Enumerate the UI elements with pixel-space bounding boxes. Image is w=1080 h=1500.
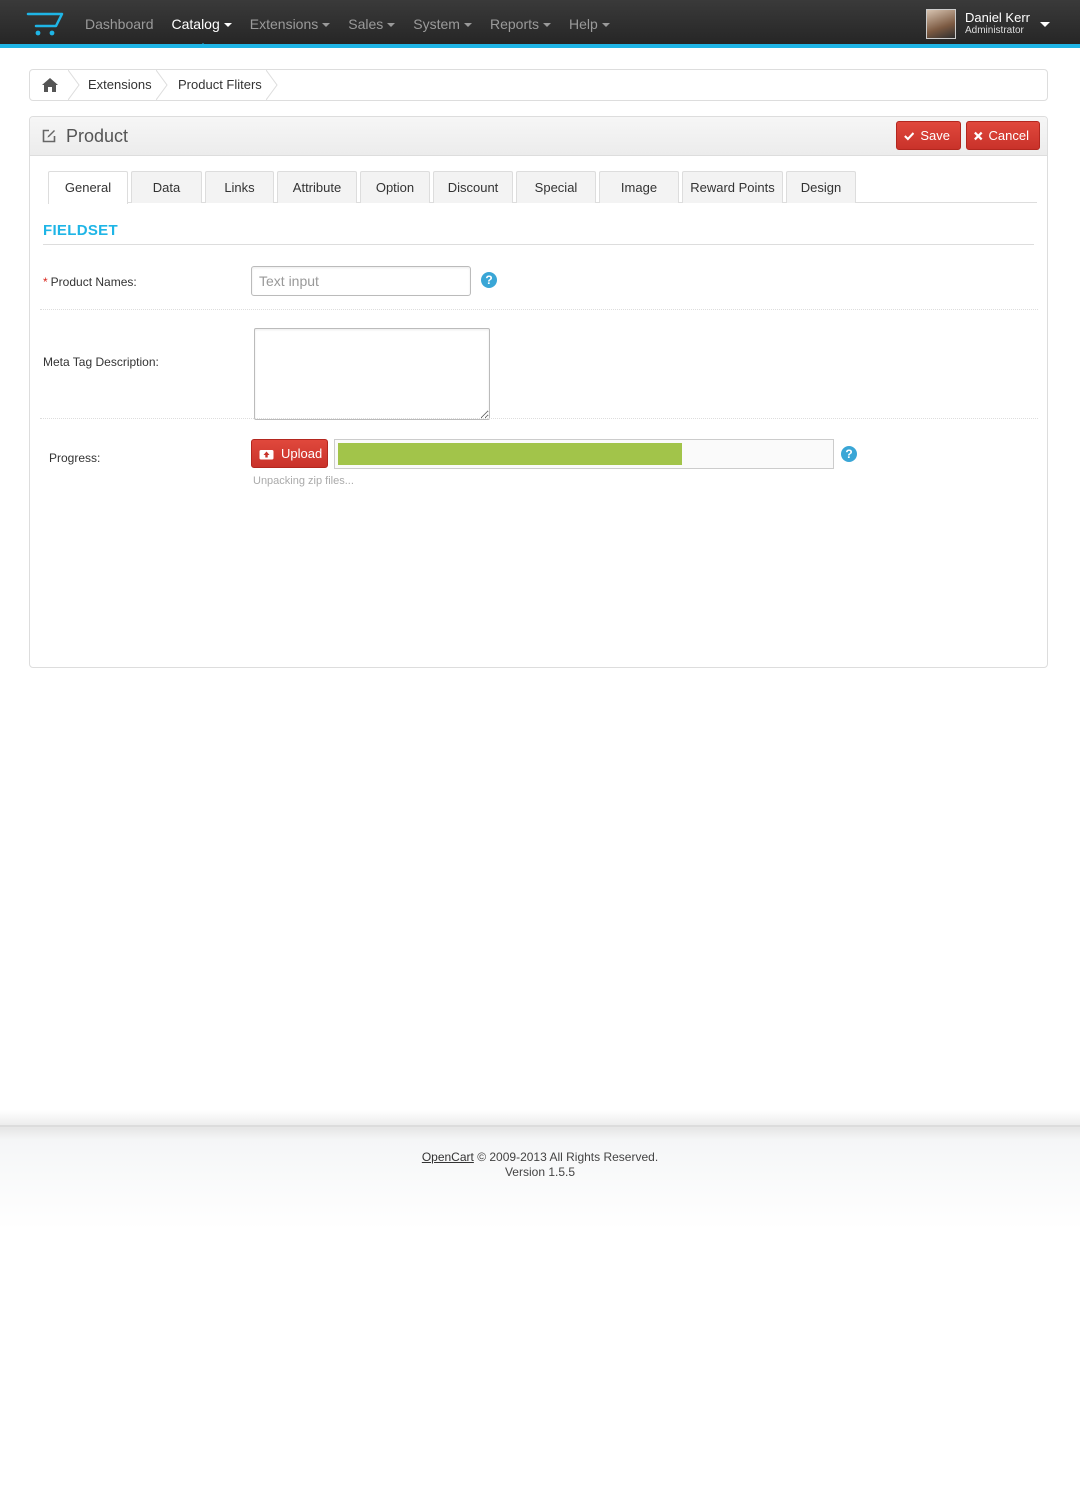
nav-extensions[interactable]: Extensions bbox=[241, 0, 339, 48]
nav-system-label: System bbox=[413, 16, 460, 32]
tab-links-label: Links bbox=[224, 180, 255, 195]
tab-design-label: Design bbox=[800, 180, 842, 195]
nav-system[interactable]: System bbox=[404, 0, 481, 48]
progress-status-text: Unpacking zip files... bbox=[253, 475, 354, 487]
save-button-label: Save bbox=[920, 128, 950, 143]
tab-reward-points-label: Reward Points bbox=[690, 180, 775, 195]
nav-help-label: Help bbox=[569, 16, 598, 32]
progress-label: Progress: bbox=[49, 451, 101, 465]
tab-attribute[interactable]: Attribute bbox=[277, 171, 357, 203]
chevron-down-icon bbox=[223, 23, 232, 28]
home-icon bbox=[42, 78, 58, 92]
avatar bbox=[925, 9, 956, 39]
tab-image[interactable]: Image bbox=[599, 171, 679, 203]
tab-attribute-label: Attribute bbox=[292, 180, 342, 195]
chevron-down-icon bbox=[543, 23, 551, 28]
upload-button-label: Upload bbox=[281, 446, 323, 461]
chevron-down-icon bbox=[387, 23, 396, 28]
tab-discount-label: Discount bbox=[447, 180, 499, 195]
tab-links[interactable]: Links bbox=[205, 171, 274, 203]
row-divider bbox=[40, 418, 1038, 419]
nav-reports-label: Reports bbox=[489, 16, 539, 32]
nav-sales-label: Sales bbox=[348, 16, 384, 32]
breadcrumb-extensions[interactable]: Extensions bbox=[88, 70, 152, 100]
breadcrumb-product-filters[interactable]: Product Fliters bbox=[178, 70, 262, 100]
tab-image-label: Image bbox=[620, 180, 658, 195]
chevron-down-icon bbox=[1040, 21, 1050, 27]
opencart-link[interactable]: OpenCart bbox=[422, 1150, 474, 1164]
product-names-input[interactable] bbox=[251, 266, 471, 296]
tab-data-label: Data bbox=[152, 180, 181, 195]
fieldset-divider bbox=[43, 244, 1034, 245]
user-info: Daniel Kerr Administrator bbox=[965, 11, 1030, 37]
user-role: Administrator bbox=[964, 25, 1024, 36]
progress-bar bbox=[334, 439, 834, 469]
nav-catalog-label: Catalog bbox=[171, 16, 220, 32]
nav-help[interactable]: Help bbox=[560, 0, 619, 48]
edit-icon bbox=[42, 129, 56, 143]
product-names-label-text: Product Names: bbox=[50, 275, 137, 289]
main-menu: Dashboard Catalog Extensions Sales Syste… bbox=[76, 0, 619, 48]
close-icon bbox=[974, 131, 983, 140]
user-name: Daniel Kerr bbox=[964, 10, 1030, 25]
footer-copyright: OpenCart © 2009-2013 All Rights Reserved… bbox=[0, 1150, 1080, 1164]
tab-special[interactable]: Special bbox=[516, 171, 596, 203]
breadcrumb: Extensions Product Fliters bbox=[29, 69, 1048, 101]
footer-background bbox=[0, 1110, 1080, 1310]
chevron-down-icon bbox=[463, 23, 472, 28]
tab-bar: General Data Links Attribute Option Disc… bbox=[48, 171, 1037, 204]
nav-dashboard[interactable]: Dashboard bbox=[76, 0, 163, 48]
progress-bar-fill bbox=[338, 443, 683, 465]
row-divider bbox=[40, 309, 1038, 310]
nav-extensions-label: Extensions bbox=[249, 16, 319, 32]
breadcrumb-separator bbox=[156, 70, 168, 100]
nav-sales[interactable]: Sales bbox=[339, 0, 404, 48]
chevron-down-icon bbox=[601, 23, 610, 28]
page-title: Product bbox=[66, 126, 129, 146]
tab-reward-points[interactable]: Reward Points bbox=[682, 171, 783, 203]
chevron-down-icon bbox=[322, 23, 331, 28]
footer-version: Version 1.5.5 bbox=[504, 1165, 576, 1179]
upload-button[interactable]: Upload bbox=[251, 439, 328, 468]
save-button[interactable]: Save bbox=[896, 121, 961, 150]
breadcrumb-extensions-label: Extensions bbox=[88, 77, 152, 92]
help-icon[interactable]: ? bbox=[481, 272, 497, 288]
footer-divider bbox=[0, 1125, 1080, 1127]
nav-catalog[interactable]: Catalog bbox=[163, 0, 241, 48]
tab-data[interactable]: Data bbox=[131, 171, 202, 203]
tab-special-label: Special bbox=[534, 180, 578, 195]
tab-design[interactable]: Design bbox=[786, 171, 856, 203]
product-names-label: * Product Names: bbox=[43, 275, 137, 289]
tab-general-label: General bbox=[64, 180, 112, 195]
nav-dashboard-label: Dashboard bbox=[85, 16, 154, 32]
active-pointer bbox=[197, 43, 208, 48]
breadcrumb-home[interactable] bbox=[30, 70, 70, 100]
panel-header: Product Save Cancel bbox=[30, 117, 1047, 156]
breadcrumb-separator bbox=[68, 70, 80, 100]
product-panel: Product Save Cancel General Data Links A… bbox=[29, 116, 1048, 668]
top-navbar: Dashboard Catalog Extensions Sales Syste… bbox=[0, 0, 1080, 48]
check-icon bbox=[904, 131, 915, 141]
user-menu[interactable]: Daniel Kerr Administrator bbox=[925, 9, 1050, 39]
tab-general[interactable]: General bbox=[48, 171, 128, 204]
cancel-button-label: Cancel bbox=[988, 128, 1029, 143]
opencart-cart-logo[interactable] bbox=[26, 10, 66, 38]
cancel-button[interactable]: Cancel bbox=[966, 121, 1040, 150]
nav-reports[interactable]: Reports bbox=[481, 0, 560, 48]
meta-description-label: Meta Tag Description: bbox=[43, 355, 159, 369]
help-icon[interactable]: ? bbox=[841, 446, 857, 462]
fieldset-title: FIELDSET bbox=[43, 222, 118, 239]
meta-description-textarea[interactable] bbox=[254, 328, 490, 420]
required-marker: * bbox=[43, 275, 48, 289]
tab-option[interactable]: Option bbox=[360, 171, 430, 203]
breadcrumb-separator bbox=[266, 70, 278, 100]
breadcrumb-product-filters-label: Product Fliters bbox=[178, 77, 262, 92]
tab-discount[interactable]: Discount bbox=[433, 171, 513, 203]
tab-option-label: Option bbox=[375, 180, 415, 195]
footer-copyright-text: © 2009-2013 All Rights Reserved. bbox=[477, 1150, 659, 1164]
upload-icon bbox=[259, 450, 274, 460]
